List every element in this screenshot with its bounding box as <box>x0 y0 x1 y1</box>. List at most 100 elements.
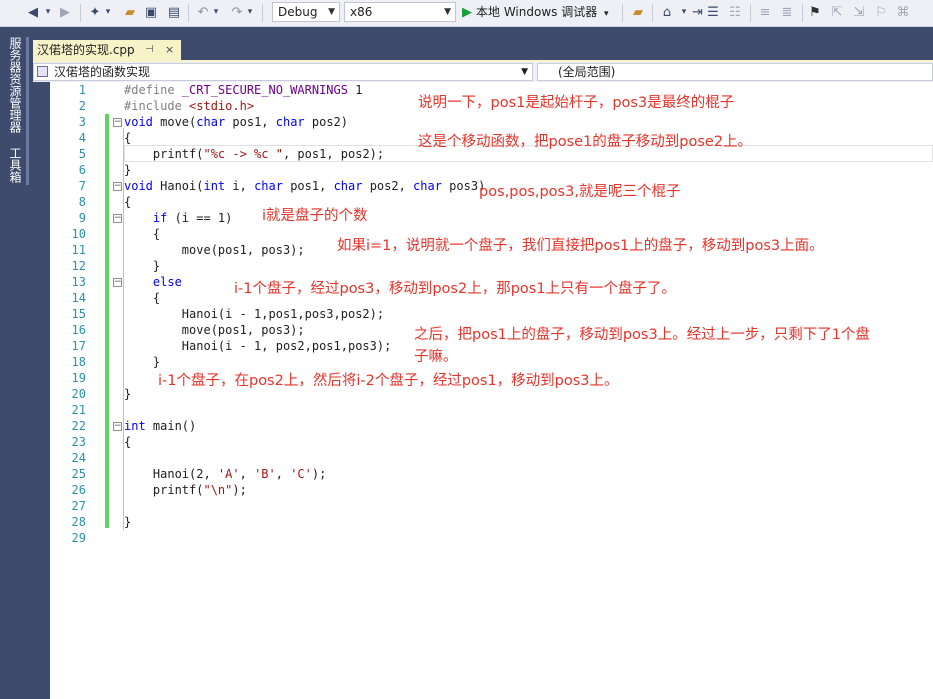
line-number: 25 <box>71 467 86 481</box>
code-line-2: #include <stdio.h> <box>124 98 254 114</box>
line-number: 19 <box>71 371 86 385</box>
main-toolbar: ◀ ▾ ▶ ✦ ▾ ▰ ▣ ▤ ↶ ▾ ↷ ▾ Debug ▼ x86 ▼ ▶ 本… <box>0 0 933 27</box>
line-number: 20 <box>71 387 86 401</box>
home-icon[interactable]: ⌂ <box>660 4 674 21</box>
code-line-6: } <box>124 163 132 177</box>
chevron-down-icon: ▼ <box>521 67 528 77</box>
document-tab-title: 汉偌塔的实现.cpp <box>37 43 135 57</box>
annotation-note: i就是盘子的个数 <box>262 208 368 224</box>
project-scope-value: 汉偌塔的函数实现 <box>54 65 151 79</box>
line-number: 10 <box>71 227 86 241</box>
code-line-14: { <box>124 291 161 305</box>
line-number: 4 <box>78 131 86 145</box>
chevron-down-icon: ▼ <box>444 7 451 17</box>
run-dropdown-icon[interactable]: ▾ <box>604 9 609 19</box>
collapse-icon[interactable]: − <box>113 278 122 287</box>
code-line-13: else <box>152 275 182 289</box>
code-line-17: Hanoi(i - 1, pos2,pos1,pos3); <box>124 339 392 353</box>
new-dropdown-icon[interactable]: ▾ <box>104 4 112 21</box>
back-dropdown-icon[interactable]: ▾ <box>44 4 52 21</box>
code-line-28: } <box>124 515 132 529</box>
platform-select[interactable]: x86 ▼ <box>344 2 456 22</box>
redo-icon[interactable]: ↷ <box>230 4 244 21</box>
line-number: 15 <box>71 307 86 321</box>
line-number: 6 <box>78 163 86 177</box>
tool-window-strip: 服务器资源管理器 工具箱 <box>0 27 30 699</box>
open-folder-icon[interactable]: ▰ <box>122 4 138 21</box>
code-line-10: { <box>124 227 161 241</box>
preprocessor-include: #include <stdio.h> <box>124 99 255 113</box>
line-number: 11 <box>71 243 86 257</box>
close-icon[interactable]: × <box>165 40 174 60</box>
line-number: 7 <box>78 179 86 193</box>
annotation-note: 之后，把pos1上的盘子，移动到pos3上。经过上一步，只剩下了1个盘 <box>414 327 870 343</box>
line-number: 29 <box>71 531 86 545</box>
pin-icon[interactable]: ⊣ <box>145 40 154 60</box>
code-line-4: { <box>124 131 132 145</box>
navigate-back-icon[interactable]: ◀ <box>26 4 40 21</box>
redo-dropdown-icon[interactable]: ▾ <box>246 4 254 21</box>
undo-dropdown-icon[interactable]: ▾ <box>212 4 220 21</box>
indent-icon[interactable]: ⇥ <box>692 4 703 21</box>
save-all-icon[interactable]: ▤ <box>166 4 182 21</box>
format-icon[interactable]: ≣ <box>780 4 794 21</box>
save-icon[interactable]: ▣ <box>144 4 158 21</box>
run-label: 本地 Windows 调试器 <box>476 5 598 19</box>
toolbar-overflow-icon[interactable]: ▾ <box>680 4 688 21</box>
annotation-note: 这是个移动函数，把pose1的盘子移动到pose2上。 <box>418 134 753 150</box>
undo-icon[interactable]: ↶ <box>196 4 210 21</box>
server-explorer-tab[interactable]: 服务器资源管理器 <box>6 37 24 133</box>
code-line-7: void Hanoi(int i, char pos1, char pos2, … <box>124 179 486 193</box>
project-scope-select[interactable]: 汉偌塔的函数实现 ▼ <box>33 63 533 81</box>
annotation-note: pos,pos,pos3,就是呢三个棍子 <box>479 184 681 200</box>
start-debugging-button[interactable]: ▶ 本地 Windows 调试器 ▾ <box>462 2 609 22</box>
collapse-icon[interactable]: − <box>113 118 122 127</box>
global-scope-select[interactable]: (全局范围) <box>537 63 933 81</box>
clear-bookmarks-icon[interactable]: ⚐ <box>874 4 888 21</box>
line-number: 26 <box>71 483 86 497</box>
prev-bookmark-icon[interactable]: ⇱ <box>830 4 844 21</box>
configuration-select[interactable]: Debug ▼ <box>272 2 340 22</box>
code-line-18: } <box>124 355 161 369</box>
document-tab[interactable]: 汉偌塔的实现.cpp ⊣ × <box>33 40 181 60</box>
line-number: 28 <box>71 515 86 529</box>
new-project-icon[interactable]: ✦ <box>88 4 102 21</box>
bookmark-icon[interactable]: ⚑ <box>808 4 822 21</box>
code-line-11: move(pos1, pos3); <box>124 243 305 257</box>
bookmark-window-icon[interactable]: ⌘ <box>896 4 910 21</box>
annotation-note: i-1个盘子，经过pos3，移动到pos2上，那pos1上只有一个盘子了。 <box>234 281 677 297</box>
line-number: 23 <box>71 435 86 449</box>
preprocessor-define: #define _CRT_SECURE_NO_WARNINGS 1 <box>124 83 363 97</box>
line-number: 17 <box>71 339 86 353</box>
change-tracking-bar <box>105 114 109 528</box>
line-number: 14 <box>71 291 86 305</box>
comment-icon[interactable]: ☰ <box>706 4 720 21</box>
line-number: 2 <box>78 99 86 113</box>
find-in-files-icon[interactable]: ▰ <box>630 4 646 21</box>
chevron-down-icon: ▼ <box>328 7 335 17</box>
uncomment-icon[interactable]: ☷ <box>728 4 742 21</box>
play-icon: ▶ <box>462 5 472 20</box>
code-line-3: void move(char pos1, char pos2) <box>124 115 349 129</box>
annotation-note: 子嘛。 <box>414 349 458 365</box>
collapse-icon[interactable]: − <box>113 182 122 191</box>
line-number: 24 <box>71 451 86 465</box>
project-icon <box>37 66 48 77</box>
navigation-bar: 汉偌塔的函数实现 ▼ (全局范围) <box>33 62 933 82</box>
platform-value: x86 <box>350 5 373 19</box>
code-line-9: if (i == 1) <box>152 211 233 225</box>
code-line-25: Hanoi(2, 'A', 'B', 'C'); <box>124 467 327 481</box>
line-number: 3 <box>78 115 86 129</box>
collapse-icon[interactable]: − <box>113 214 122 223</box>
code-line-23: { <box>124 435 132 449</box>
navigate-forward-icon[interactable]: ▶ <box>58 4 72 21</box>
collapse-icon[interactable]: − <box>113 422 122 431</box>
annotation-note: 如果i=1，说明就一个盘子，我们直接把pos1上的盘子，移动到pos3上面。 <box>337 238 824 254</box>
annotation-note: 说明一下，pos1是起始杆子，pos3是最终的棍子 <box>418 95 735 111</box>
outdent-icon[interactable]: ≡ <box>758 4 772 21</box>
next-bookmark-icon[interactable]: ⇲ <box>852 4 866 21</box>
line-number: 9 <box>78 211 86 225</box>
code-line-8: { <box>124 195 132 209</box>
code-line-12: } <box>124 259 161 273</box>
toolbox-tab[interactable]: 工具箱 <box>6 147 24 183</box>
